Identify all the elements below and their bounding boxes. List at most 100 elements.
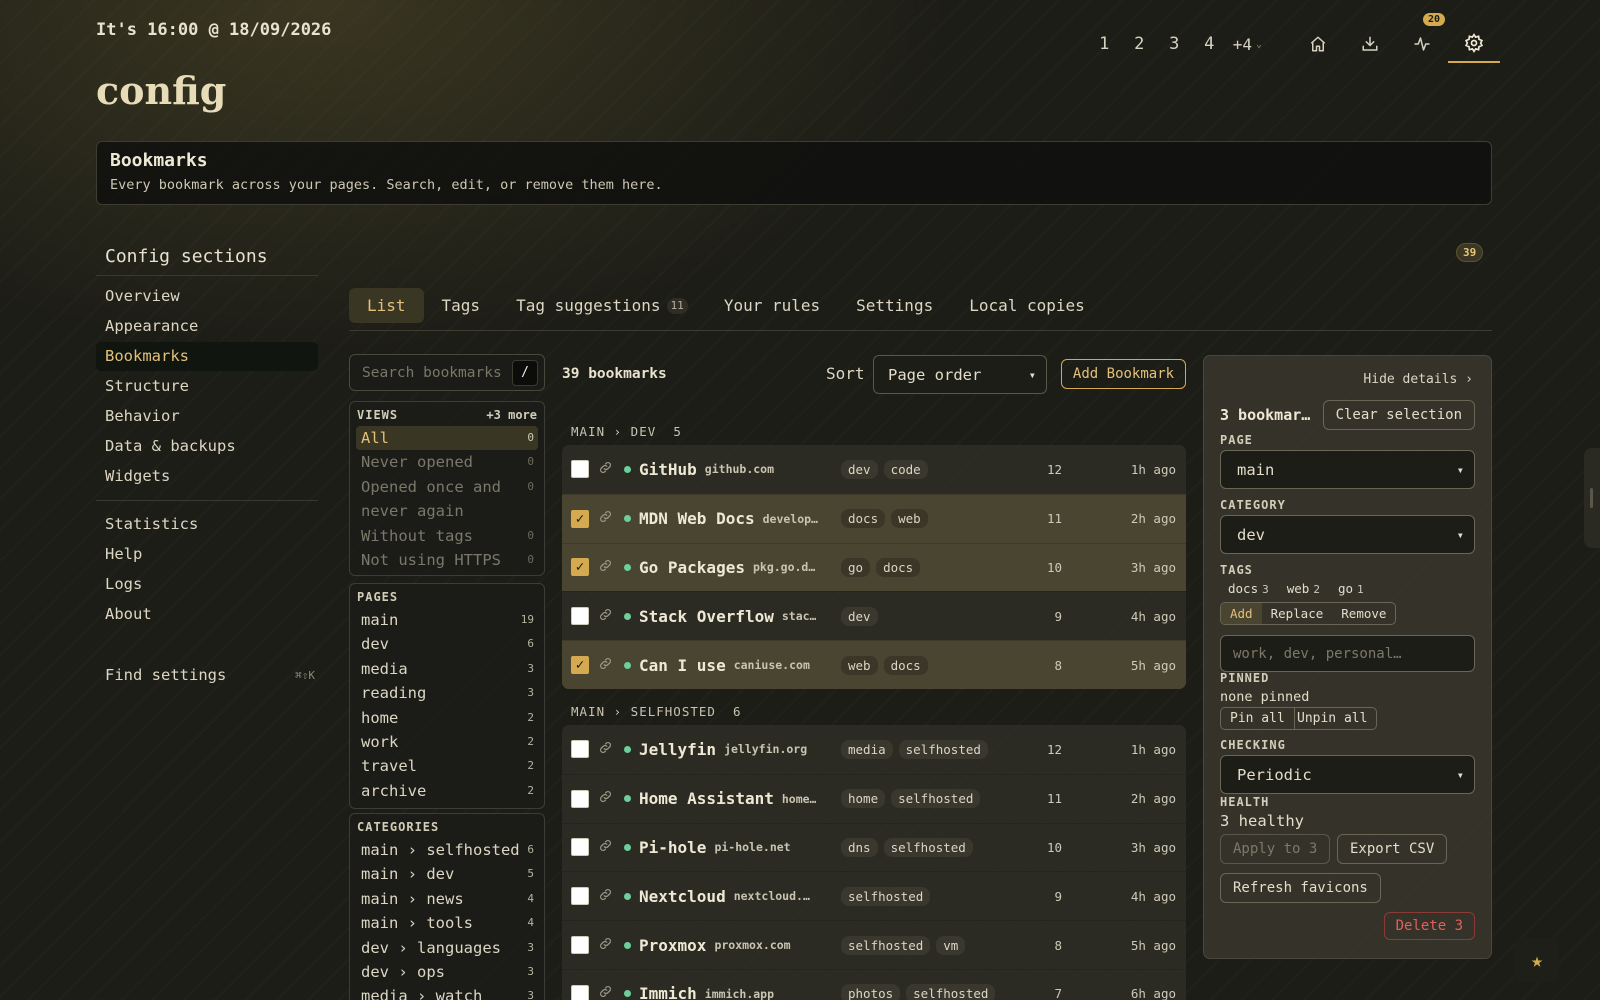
nav-page-1[interactable]: 1 bbox=[1087, 34, 1122, 54]
tag-chip[interactable]: selfhosted bbox=[898, 739, 988, 759]
row-checkbox[interactable] bbox=[571, 936, 589, 955]
unpin-all-button[interactable]: Unpin all bbox=[1288, 707, 1378, 730]
favorites-button[interactable]: ★ bbox=[1515, 938, 1559, 982]
row-checkbox[interactable] bbox=[571, 460, 589, 479]
bookmark-row[interactable]: GitHub github.com dev code 12 1h ago bbox=[562, 445, 1186, 494]
tag-chip[interactable]: dev bbox=[841, 459, 878, 479]
link-icon[interactable] bbox=[598, 509, 616, 528]
bookmark-name[interactable]: GitHub bbox=[639, 460, 697, 479]
tag-mode-add[interactable]: Add bbox=[1221, 603, 1262, 624]
row-checkbox[interactable] bbox=[571, 789, 589, 808]
category-filter-item[interactable]: main › tools 4 bbox=[356, 911, 538, 935]
link-icon[interactable] bbox=[598, 656, 616, 675]
sidebar-item-about[interactable]: About bbox=[96, 600, 318, 629]
bookmark-name[interactable]: Home Assistant bbox=[639, 789, 774, 808]
sidebar-item-statistics[interactable]: Statistics bbox=[96, 510, 318, 539]
bookmark-row[interactable]: Proxmox proxmox.com selfhosted vm 8 5h ago bbox=[562, 920, 1186, 969]
tab-tags[interactable]: Tags bbox=[424, 288, 499, 323]
tab-local-copies[interactable]: Local copies bbox=[951, 288, 1103, 323]
export-csv-button[interactable]: Export CSV bbox=[1337, 834, 1448, 864]
delete-selected-button[interactable]: Delete 3 bbox=[1383, 912, 1475, 940]
add-bookmark-button[interactable]: Add Bookmark bbox=[1061, 359, 1186, 389]
bookmark-row[interactable]: Nextcloud nextcloud.… selfhosted 9 4h ago bbox=[562, 871, 1186, 920]
tag-chip[interactable]: web bbox=[841, 655, 878, 675]
activity-button[interactable]: 20 bbox=[1396, 13, 1448, 62]
tag-chip[interactable]: media bbox=[841, 739, 893, 759]
sidebar-item-behavior[interactable]: Behavior bbox=[96, 402, 318, 431]
link-icon[interactable] bbox=[598, 984, 616, 1000]
sidebar-item-data-backups[interactable]: Data & backups bbox=[96, 432, 318, 461]
page-select[interactable]: main ▾ bbox=[1220, 450, 1475, 489]
tag-chip[interactable]: selfhosted bbox=[841, 935, 931, 955]
tag-mode-remove[interactable]: Remove bbox=[1332, 603, 1395, 624]
bookmark-row[interactable]: Jellyfin jellyfin.org media selfhosted 12 1h … bbox=[562, 725, 1186, 774]
view-item[interactable]: All 0 bbox=[356, 426, 538, 451]
category-select[interactable]: dev ▾ bbox=[1220, 515, 1475, 554]
tag-chip[interactable]: docs bbox=[883, 655, 928, 675]
tab-list[interactable]: List bbox=[349, 288, 424, 323]
bookmark-name[interactable]: Immich bbox=[639, 984, 697, 1000]
checking-select[interactable]: Periodic ▾ bbox=[1220, 755, 1475, 794]
row-checkbox[interactable] bbox=[571, 740, 589, 759]
tag-chip[interactable]: docs bbox=[841, 509, 886, 529]
view-item[interactable]: Without tags 0 bbox=[356, 524, 538, 548]
link-icon[interactable] bbox=[598, 607, 616, 626]
link-icon[interactable] bbox=[598, 936, 616, 955]
sidebar-item-bookmarks[interactable]: Bookmarks bbox=[96, 342, 318, 371]
category-filter-item[interactable]: dev › languages 3 bbox=[356, 936, 538, 960]
apply-button[interactable]: Apply to 3 bbox=[1220, 834, 1331, 864]
tab-settings[interactable]: Settings bbox=[838, 288, 951, 323]
page-filter-item[interactable]: archive 2 bbox=[356, 779, 538, 803]
bookmark-name[interactable]: Nextcloud bbox=[639, 887, 726, 906]
bookmark-row[interactable]: Immich immich.app photos selfhosted 7 6h ago bbox=[562, 968, 1186, 1000]
bookmark-row[interactable]: Home Assistant home… home selfhosted 11 2h ag… bbox=[562, 773, 1186, 823]
link-icon[interactable] bbox=[598, 460, 616, 479]
tag-chip[interactable]: selfhosted bbox=[883, 837, 973, 857]
page-filter-item[interactable]: dev 6 bbox=[356, 632, 538, 656]
view-item[interactable]: Opened once and never again 0 bbox=[356, 475, 538, 524]
settings-button[interactable] bbox=[1448, 25, 1500, 63]
sidebar-item-logs[interactable]: Logs bbox=[96, 570, 318, 599]
page-filter-item[interactable]: reading 3 bbox=[356, 681, 538, 705]
row-checkbox[interactable] bbox=[571, 984, 589, 1000]
row-checkbox[interactable] bbox=[571, 887, 589, 906]
page-filter-item[interactable]: main 19 bbox=[356, 608, 538, 632]
side-drawer-handle[interactable] bbox=[1584, 448, 1600, 548]
sidebar-item-help[interactable]: Help bbox=[96, 540, 318, 569]
page-filter-item[interactable]: work 2 bbox=[356, 730, 538, 754]
tag-chip[interactable]: web bbox=[891, 509, 928, 529]
page-filter-item[interactable]: home 2 bbox=[356, 706, 538, 730]
category-filter-item[interactable]: main › dev 5 bbox=[356, 862, 538, 886]
hide-details-link[interactable]: Hide details › bbox=[1363, 372, 1473, 387]
tag-chip[interactable]: photos bbox=[841, 984, 901, 1000]
find-settings-button[interactable]: Find settings ⌘⇧K bbox=[105, 666, 315, 684]
search-input[interactable] bbox=[362, 364, 502, 381]
page-filter-item[interactable]: travel 2 bbox=[356, 754, 538, 778]
bookmark-row[interactable]: ✓ Can I use caniuse.com web docs 8 5h ago bbox=[562, 640, 1186, 689]
bookmark-name[interactable]: Stack Overflow bbox=[639, 607, 774, 626]
bookmark-name[interactable]: Proxmox bbox=[639, 936, 706, 955]
tag-chip[interactable]: code bbox=[883, 459, 928, 479]
sidebar-item-appearance[interactable]: Appearance bbox=[96, 312, 318, 341]
tag-chip[interactable]: docs bbox=[876, 557, 921, 577]
inbox-button[interactable] bbox=[1344, 26, 1396, 62]
nav-page-4[interactable]: 4 bbox=[1192, 34, 1227, 54]
views-more-link[interactable]: +3 more bbox=[486, 408, 537, 422]
category-filter-item[interactable]: media › watch 3 bbox=[356, 984, 538, 1000]
category-filter-item[interactable]: dev › ops 3 bbox=[356, 960, 538, 984]
link-icon[interactable] bbox=[598, 789, 616, 808]
link-icon[interactable] bbox=[598, 887, 616, 906]
tag-chip[interactable]: dev bbox=[841, 606, 878, 626]
bookmark-name[interactable]: Go Packages bbox=[639, 558, 745, 577]
tab-your-rules[interactable]: Your rules bbox=[706, 288, 838, 323]
sidebar-item-structure[interactable]: Structure bbox=[96, 372, 318, 401]
bookmark-name[interactable]: Pi-hole bbox=[639, 838, 706, 857]
tag-chip[interactable]: go bbox=[841, 557, 871, 577]
bookmark-row[interactable]: Pi-hole pi-hole.net dns selfhosted 10 3h ago bbox=[562, 822, 1186, 872]
tag-chip[interactable]: selfhosted bbox=[891, 789, 981, 809]
tag-mode-replace[interactable]: Replace bbox=[1262, 603, 1333, 624]
pin-all-button[interactable]: Pin all bbox=[1220, 707, 1295, 730]
clear-selection-button[interactable]: Clear selection bbox=[1322, 400, 1475, 430]
view-item[interactable]: Never opened 0 bbox=[356, 450, 538, 474]
nav-more-pages[interactable]: +4 ⌄ bbox=[1233, 35, 1262, 54]
